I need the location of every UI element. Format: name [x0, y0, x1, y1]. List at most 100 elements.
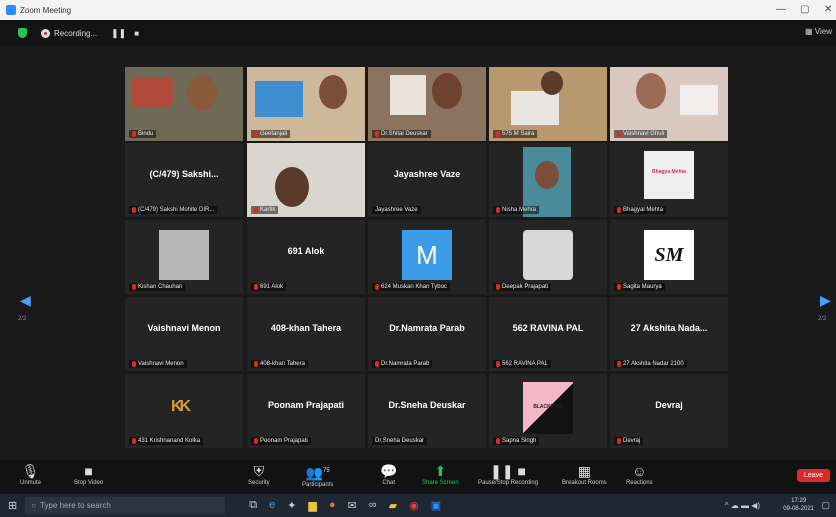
- previous-page-number: 2/2: [18, 316, 27, 322]
- unmute-button[interactable]: 🎙 Unmute: [20, 462, 41, 486]
- participant-tile[interactable]: Devraj Devraj: [610, 374, 728, 448]
- participant-tile[interactable]: Bindu: [125, 67, 243, 141]
- clock-date: 09-08-2021: [783, 506, 814, 512]
- minimize-button[interactable]: —: [776, 4, 786, 15]
- participant-label: 408-khan Tahera: [251, 360, 308, 368]
- gallery-view: ◀ 2/2 ▶ 2/2 Bindu Geetanjali Dr.Shital D…: [0, 46, 836, 460]
- taskbar-clock[interactable]: 17:29 09-08-2021: [783, 497, 814, 513]
- view-button[interactable]: ▦ View: [805, 27, 832, 36]
- folder-icon[interactable]: ▰: [389, 499, 397, 512]
- participant-face: [319, 75, 347, 109]
- participant-name: Dr.Namrata Parab: [389, 323, 465, 333]
- muted-mic-icon: [617, 438, 621, 444]
- video-camera-icon: ■: [84, 463, 93, 479]
- firefox-icon[interactable]: ●: [329, 499, 336, 512]
- meeting-toolbar: 🎙 Unmute ■ Stop Video ⛨ Security 👥75 Partici…: [0, 460, 836, 494]
- share-screen-button[interactable]: ⬆ Share Screen: [422, 462, 459, 486]
- participant-tile[interactable]: M 624 Muskan Khan Tyboc: [368, 220, 486, 294]
- participants-icon: 👥75: [305, 464, 330, 481]
- next-page-arrow-icon[interactable]: ▶: [820, 292, 831, 309]
- app-icon[interactable]: ✦: [287, 499, 296, 512]
- stop-video-button[interactable]: ■ Stop Video: [74, 462, 103, 486]
- shield-icon: ⛨: [253, 463, 265, 479]
- participant-tile[interactable]: BLACKPINK Sapna Singh: [489, 374, 607, 448]
- meeting-info-bar: Recording... ❚❚ ■ ▦ View: [0, 20, 836, 46]
- participant-label: 27 Akshita Nadar 2100: [614, 360, 687, 368]
- participant-tile[interactable]: Kishan Chauhan: [125, 220, 243, 294]
- security-button[interactable]: ⛨ Security: [248, 462, 270, 486]
- blackpink-avatar: BLACKPINK: [523, 382, 573, 434]
- participants-count: 75: [323, 468, 330, 474]
- zoom-app-icon[interactable]: ▣: [431, 499, 441, 512]
- windows-start-icon[interactable]: ⊞: [8, 499, 17, 512]
- participant-tile[interactable]: Jayashree Vaze Jayashree Vaze: [368, 143, 486, 217]
- edge-browser-icon[interactable]: e: [269, 499, 275, 512]
- participant-tile[interactable]: Kartik: [247, 143, 365, 217]
- participant-face: [636, 73, 666, 109]
- participant-label: Poonam Prajapati: [251, 437, 311, 445]
- participants-button[interactable]: 👥75 Participants: [302, 462, 333, 488]
- reactions-button[interactable]: ☺ Reactions: [626, 462, 653, 486]
- participant-tile[interactable]: KK 431 Krishnanand Kolka: [125, 374, 243, 448]
- artwork-image: [680, 85, 718, 115]
- participant-name: 691 Alok: [287, 246, 325, 256]
- task-view-icon[interactable]: ⧉: [249, 499, 257, 512]
- pause-recording-button[interactable]: ❚❚ ■ Pause/Stop Recording: [478, 462, 538, 486]
- security-shield-icon[interactable]: [18, 28, 27, 38]
- participant-tile[interactable]: 575 M Saira: [489, 67, 607, 141]
- participant-tile[interactable]: Nisha Mehra: [489, 143, 607, 217]
- participant-label: Nisha Mehra: [493, 206, 540, 214]
- notifications-icon[interactable]: ▢: [821, 500, 830, 511]
- system-tray-icons[interactable]: ^ ☁ ▬ ◀): [725, 501, 760, 510]
- window-titlebar: Zoom Meeting — ▢ ✕: [0, 0, 836, 20]
- participant-tile[interactable]: Dr.Shital Deuskar: [368, 67, 486, 141]
- participant-label: Dr.Namrata Parab: [372, 360, 433, 368]
- participant-tile[interactable]: SM Sagita Maurya: [610, 220, 728, 294]
- participant-face: [275, 167, 309, 207]
- link-icon[interactable]: ∞: [369, 499, 377, 512]
- muted-mic-icon: [132, 438, 136, 444]
- participant-label: 562 RAVINA PAL: [493, 360, 551, 368]
- participant-tile[interactable]: 562 RAVINA PAL 562 RAVINA PAL: [489, 297, 607, 371]
- file-explorer-icon[interactable]: ▆: [308, 499, 316, 512]
- mail-icon[interactable]: ✉: [348, 499, 357, 512]
- flower-logo-avatar: Bhagya Mehta: [644, 151, 694, 199]
- participant-label: 431 Krishnanand Kolka: [129, 437, 204, 445]
- participant-tile[interactable]: Deepak Prajapati: [489, 220, 607, 294]
- participant-name: Dr.Sneha Deuskar: [388, 400, 466, 410]
- participant-tile[interactable]: 691 Alok 691 Alok: [247, 220, 365, 294]
- participant-tile[interactable]: 408-khan Tahera 408-khan Tahera: [247, 297, 365, 371]
- stop-recording-icon[interactable]: ■: [134, 29, 139, 38]
- muted-mic-icon: [617, 361, 621, 367]
- artwork-image: [390, 75, 426, 115]
- breakout-rooms-button[interactable]: ▦ Breakout Rooms: [562, 462, 607, 486]
- pause-recording-icon[interactable]: ❚❚: [111, 28, 126, 39]
- participant-tile[interactable]: 27 Akshita Nada... 27 Akshita Nadar 2100: [610, 297, 728, 371]
- window-title: Zoom Meeting: [20, 5, 72, 15]
- participant-label: (C/479) Sakshi Mohite DIR...: [129, 206, 218, 214]
- participant-tile[interactable]: Dr.Sneha Deuskar Dr.Sneha Deuskar: [368, 374, 486, 448]
- chat-button[interactable]: 💬 Chat: [380, 462, 397, 486]
- close-button[interactable]: ✕: [824, 4, 832, 15]
- chrome-icon[interactable]: ◉: [409, 499, 419, 512]
- participant-tile[interactable]: Geetanjali: [247, 67, 365, 141]
- zoom-logo-icon: [6, 5, 16, 15]
- participant-tile[interactable]: Bhagya Mehta Bhagyal Mehta: [610, 143, 728, 217]
- participant-tile[interactable]: Dr.Namrata Parab Dr.Namrata Parab: [368, 297, 486, 371]
- search-placeholder: Type here to search: [40, 501, 111, 510]
- view-label: View: [814, 27, 832, 36]
- participant-tile[interactable]: (C/479) Sakshi... (C/479) Sakshi Mohite …: [125, 143, 243, 217]
- previous-page-arrow-icon[interactable]: ◀: [20, 292, 31, 309]
- participant-tile[interactable]: Vaishnavi Menon Vaishnavi Menon: [125, 297, 243, 371]
- maximize-button[interactable]: ▢: [800, 4, 809, 15]
- sm-avatar: SM: [644, 230, 694, 280]
- participant-tile[interactable]: Poonam Prajapati Poonam Prajapati: [247, 374, 365, 448]
- kk-logo-avatar: KK: [171, 398, 191, 415]
- taskbar-search-box[interactable]: ○ Type here to search: [25, 497, 226, 514]
- participant-label: Vaishnavi Menon: [129, 360, 187, 368]
- participant-label: Jayashree Vaze: [372, 206, 421, 214]
- participant-tile[interactable]: Vaishnavi Ghuli: [610, 67, 728, 141]
- chart-poster-image: [511, 91, 559, 125]
- muted-mic-icon: [132, 207, 136, 213]
- leave-button[interactable]: Leave: [796, 469, 830, 482]
